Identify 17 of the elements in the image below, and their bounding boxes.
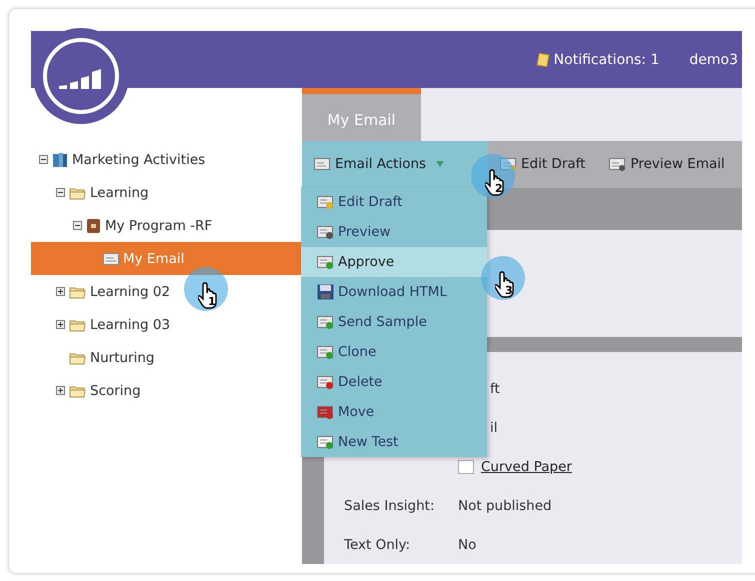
- field-value: Not published: [458, 498, 552, 514]
- tree-label: My Email: [123, 250, 184, 266]
- tree-label: Learning 03: [90, 316, 170, 332]
- field-value: ft: [490, 380, 500, 396]
- tree-label: Learning 02: [90, 284, 170, 300]
- field-value: il: [490, 420, 498, 436]
- tree-label: My Program -RF: [105, 218, 212, 234]
- tree-label: Learning: [90, 184, 149, 200]
- tree-label: Marketing Activities: [72, 152, 206, 168]
- step-number: 2: [495, 182, 503, 195]
- field-label: Text Only:: [344, 536, 410, 552]
- tree-label: Scoring: [90, 382, 141, 398]
- field-value: No: [458, 536, 476, 552]
- tree-label: Nurturing: [90, 350, 154, 366]
- step-number: 1: [208, 295, 216, 308]
- field-label: Sales Insight:: [344, 498, 435, 514]
- step-number: 3: [505, 284, 513, 297]
